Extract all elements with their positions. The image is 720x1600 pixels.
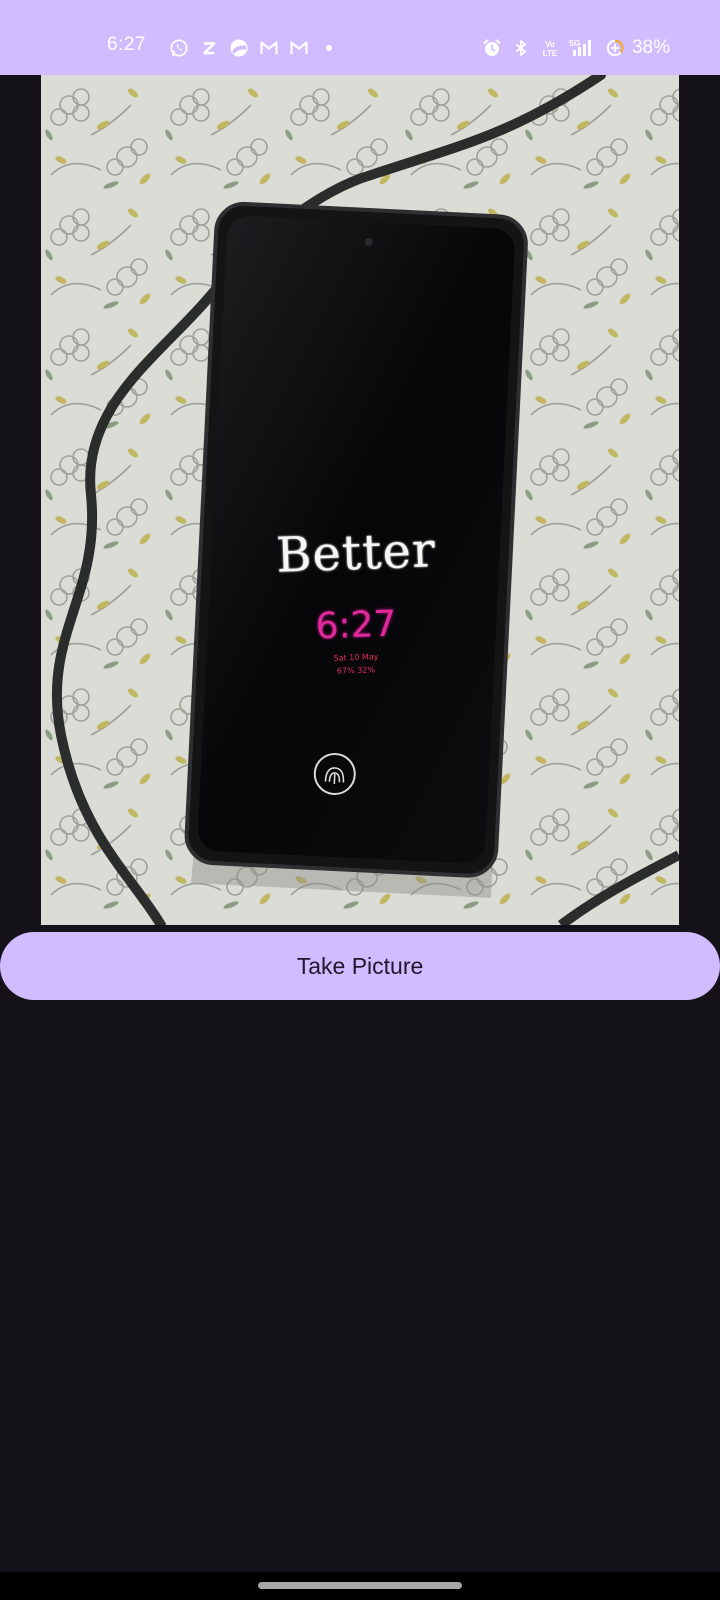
status-bar: 6:27 Vo LTE 5G 38% [0, 0, 720, 75]
more-notifications-dot-icon [318, 38, 339, 59]
gmail-icon [258, 38, 279, 59]
volte-icon: Vo LTE [540, 38, 561, 59]
system-icons: Vo LTE 5G 38% [482, 36, 670, 60]
captured-photo [41, 75, 679, 925]
volte-bottom-label: LTE [543, 49, 558, 58]
alarm-icon [482, 38, 503, 59]
pie-app-icon [228, 38, 249, 59]
take-picture-button[interactable]: Take Picture [0, 932, 720, 1000]
camera-preview: Better 6:27 Sat 10 May 67% 32% [41, 75, 679, 925]
bluetooth-icon [511, 38, 532, 59]
home-gesture-handle[interactable] [258, 1582, 462, 1589]
whatsapp-icon [168, 38, 189, 59]
lock-screen-word: Better [275, 522, 437, 584]
volte-top-label: Vo [546, 40, 556, 49]
battery-saver-icon [605, 38, 626, 59]
lock-screen-time: 6:27 [314, 603, 398, 648]
signal-5g-icon: 5G [569, 38, 597, 59]
status-time: 6:27 [107, 34, 146, 55]
battery-percentage: 38% [631, 37, 670, 58]
navigation-bar [0, 1572, 720, 1600]
notification-icons [168, 36, 339, 60]
zomato-icon [198, 38, 219, 59]
signal-type-label: 5G [569, 38, 581, 48]
gmail-icon [288, 38, 309, 59]
